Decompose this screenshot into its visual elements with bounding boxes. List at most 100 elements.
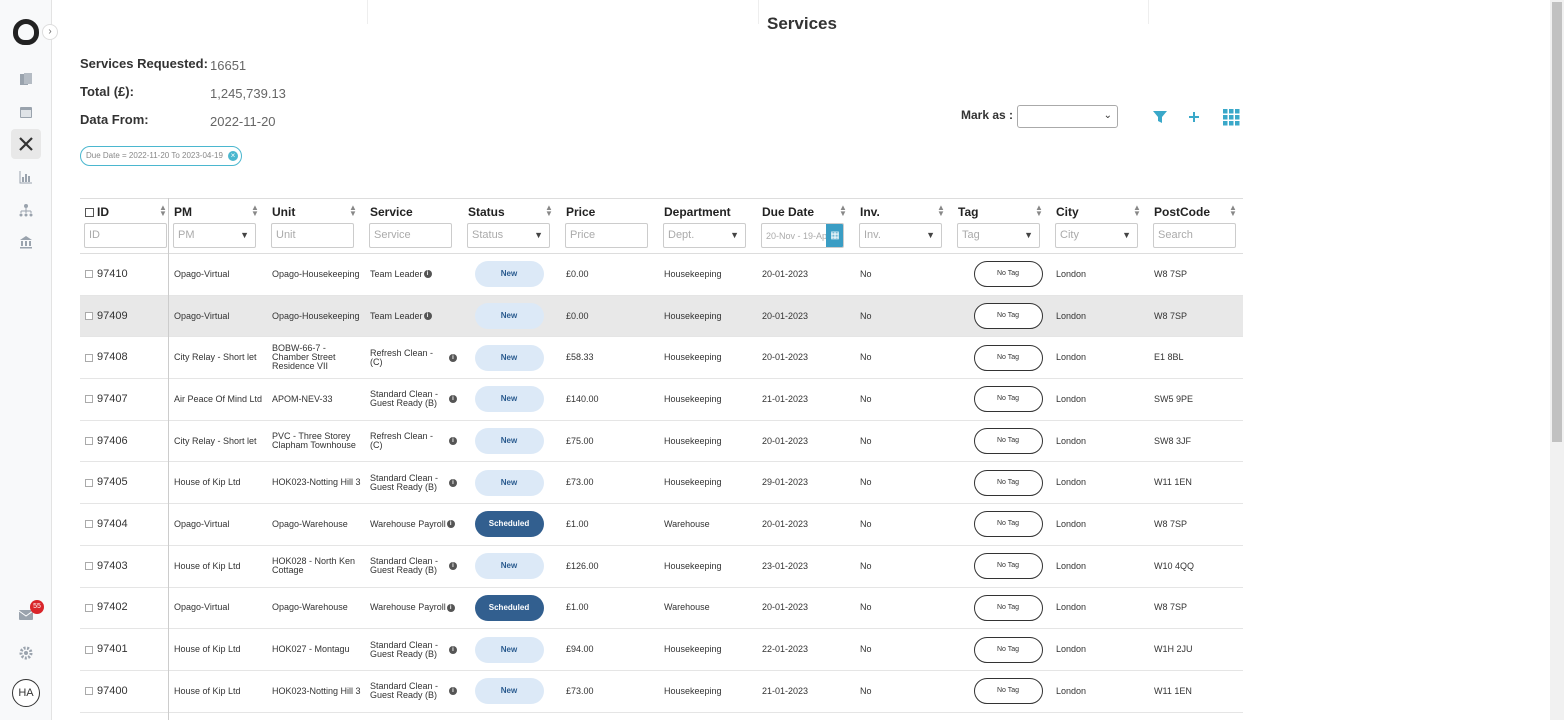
- status-badge[interactable]: New: [474, 469, 544, 496]
- info-icon[interactable]: i: [449, 437, 457, 446]
- tag-button[interactable]: No Tag: [973, 511, 1043, 538]
- tag-button[interactable]: No Tag: [973, 553, 1043, 580]
- status-badge[interactable]: New: [474, 344, 544, 371]
- tag-button[interactable]: No Tag: [973, 386, 1043, 413]
- info-icon[interactable]: i: [449, 395, 457, 404]
- due-date-range-input[interactable]: 20-Nov - 19-Apr ▦: [761, 223, 844, 248]
- grid-view-icon[interactable]: [1222, 108, 1240, 126]
- row-id[interactable]: 97407: [97, 393, 128, 404]
- info-icon[interactable]: i: [449, 562, 457, 571]
- row-id[interactable]: 97405: [97, 477, 128, 488]
- status-badge[interactable]: Scheduled: [474, 511, 544, 538]
- sort-icon[interactable]: ▲ ▼: [839, 204, 847, 218]
- add-plus-icon[interactable]: [1185, 108, 1203, 126]
- row-checkbox[interactable]: [85, 687, 93, 696]
- select-all-checkbox[interactable]: [85, 208, 94, 217]
- calendar-icon[interactable]: ▦: [826, 224, 843, 247]
- sort-icon[interactable]: ▲ ▼: [1035, 204, 1043, 218]
- info-icon[interactable]: i: [449, 687, 457, 696]
- info-icon[interactable]: i: [423, 270, 432, 279]
- tag-button[interactable]: No Tag: [973, 428, 1043, 455]
- tag-button[interactable]: No Tag: [973, 344, 1043, 371]
- row-id[interactable]: 97401: [97, 644, 128, 655]
- tag-button[interactable]: No Tag: [973, 636, 1043, 663]
- row-checkbox[interactable]: [85, 270, 93, 279]
- postcode-search-input[interactable]: Search: [1153, 223, 1236, 248]
- hierarchy-icon[interactable]: [11, 195, 41, 225]
- status-filter-select[interactable]: Status ▼: [467, 223, 550, 248]
- filter-funnel-icon[interactable]: [1151, 108, 1169, 126]
- table-row[interactable]: 97404 Opago-Virtual Opago-Warehouse Warehou…: [80, 504, 1243, 546]
- documents-icon[interactable]: [11, 64, 41, 94]
- pm-filter-select[interactable]: PM ▼: [173, 223, 256, 248]
- department-filter-select[interactable]: Dept. ▼: [663, 223, 746, 248]
- table-row[interactable]: 97410 Opago-Virtual Opago-Housekeeping Team…: [80, 254, 1243, 296]
- info-icon[interactable]: i: [449, 645, 457, 654]
- row-checkbox[interactable]: [85, 603, 93, 612]
- row-id[interactable]: 97403: [97, 560, 128, 571]
- sort-icon[interactable]: ▲ ▼: [937, 204, 945, 218]
- row-id[interactable]: 97400: [97, 685, 128, 696]
- table-row[interactable]: 97409 Opago-Virtual Opago-Housekeeping Team…: [80, 295, 1243, 338]
- tools-icon[interactable]: [11, 129, 41, 159]
- row-id[interactable]: 97404: [97, 518, 128, 529]
- table-row[interactable]: 97402 Opago-Virtual Opago-Warehouse Warehou…: [80, 588, 1243, 630]
- status-badge[interactable]: New: [474, 553, 544, 580]
- row-id[interactable]: 97410: [97, 268, 128, 279]
- logo[interactable]: [13, 19, 39, 45]
- tag-button[interactable]: No Tag: [973, 261, 1043, 288]
- sort-icon[interactable]: ▲ ▼: [159, 204, 167, 218]
- table-row[interactable]: 97407 Air Peace Of Mind Ltd APOM-NEV-33 Sta…: [80, 379, 1243, 421]
- calendar-icon[interactable]: [11, 97, 41, 127]
- status-badge[interactable]: New: [474, 636, 544, 663]
- status-badge[interactable]: New: [474, 261, 544, 288]
- city-filter-select[interactable]: City ▼: [1055, 223, 1138, 248]
- row-checkbox[interactable]: [85, 520, 93, 529]
- table-row[interactable]: 97406 City Relay - Short let PVC - Three S…: [80, 421, 1243, 463]
- inv-filter-select[interactable]: Inv. ▼: [859, 223, 942, 248]
- info-icon[interactable]: i: [449, 478, 457, 487]
- status-badge[interactable]: New: [474, 386, 544, 413]
- sort-icon[interactable]: ▲ ▼: [1133, 204, 1141, 218]
- tag-button[interactable]: No Tag: [973, 469, 1043, 496]
- sort-icon[interactable]: ▲ ▼: [545, 204, 553, 218]
- tag-button[interactable]: No Tag: [973, 678, 1043, 705]
- scrollbar-thumb[interactable]: [1552, 2, 1562, 442]
- row-checkbox[interactable]: [85, 478, 93, 487]
- table-row[interactable]: 97401 House of Kip Ltd HOK027 - Montagu Sta…: [80, 629, 1243, 671]
- row-checkbox[interactable]: [85, 437, 93, 446]
- status-badge[interactable]: New: [474, 428, 544, 455]
- status-badge[interactable]: Scheduled: [474, 594, 544, 621]
- status-badge[interactable]: New: [474, 303, 544, 330]
- user-avatar[interactable]: HA: [12, 679, 40, 707]
- table-row[interactable]: 97403 House of Kip Ltd HOK028 - North Ken …: [80, 546, 1243, 588]
- page-scrollbar[interactable]: [1550, 0, 1564, 720]
- sort-icon[interactable]: ▲ ▼: [1229, 204, 1237, 218]
- info-icon[interactable]: i: [446, 603, 455, 612]
- row-checkbox[interactable]: [85, 353, 93, 362]
- bank-icon[interactable]: [11, 227, 41, 257]
- row-checkbox[interactable]: [85, 395, 93, 404]
- settings-gear-icon[interactable]: [11, 638, 41, 668]
- sort-icon[interactable]: ▲ ▼: [349, 204, 357, 218]
- info-icon[interactable]: i: [423, 312, 432, 321]
- tag-button[interactable]: No Tag: [973, 594, 1043, 621]
- sort-icon[interactable]: ▲ ▼: [251, 204, 259, 218]
- row-id[interactable]: 97402: [97, 602, 128, 613]
- status-badge[interactable]: New: [474, 678, 544, 705]
- row-id[interactable]: 97409: [97, 310, 128, 321]
- row-id[interactable]: 97408: [97, 352, 128, 363]
- remove-filter-icon[interactable]: ×: [228, 151, 238, 161]
- price-filter-input[interactable]: Price: [565, 223, 648, 248]
- table-row[interactable]: 97408 City Relay - Short let BOBW-66-7 - C…: [80, 337, 1243, 380]
- service-filter-input[interactable]: Service: [369, 223, 452, 248]
- row-id[interactable]: 97406: [97, 435, 128, 446]
- table-row[interactable]: 97405 House of Kip Ltd HOK023-Notting Hill…: [80, 462, 1243, 505]
- table-row[interactable]: 97400 House of Kip Ltd HOK023-Notting Hill…: [80, 671, 1243, 713]
- row-checkbox[interactable]: [85, 312, 93, 321]
- tag-button[interactable]: No Tag: [973, 303, 1043, 330]
- row-checkbox[interactable]: [85, 562, 93, 571]
- info-icon[interactable]: i: [446, 520, 455, 529]
- info-icon[interactable]: i: [449, 353, 457, 362]
- chart-icon[interactable]: [11, 162, 41, 192]
